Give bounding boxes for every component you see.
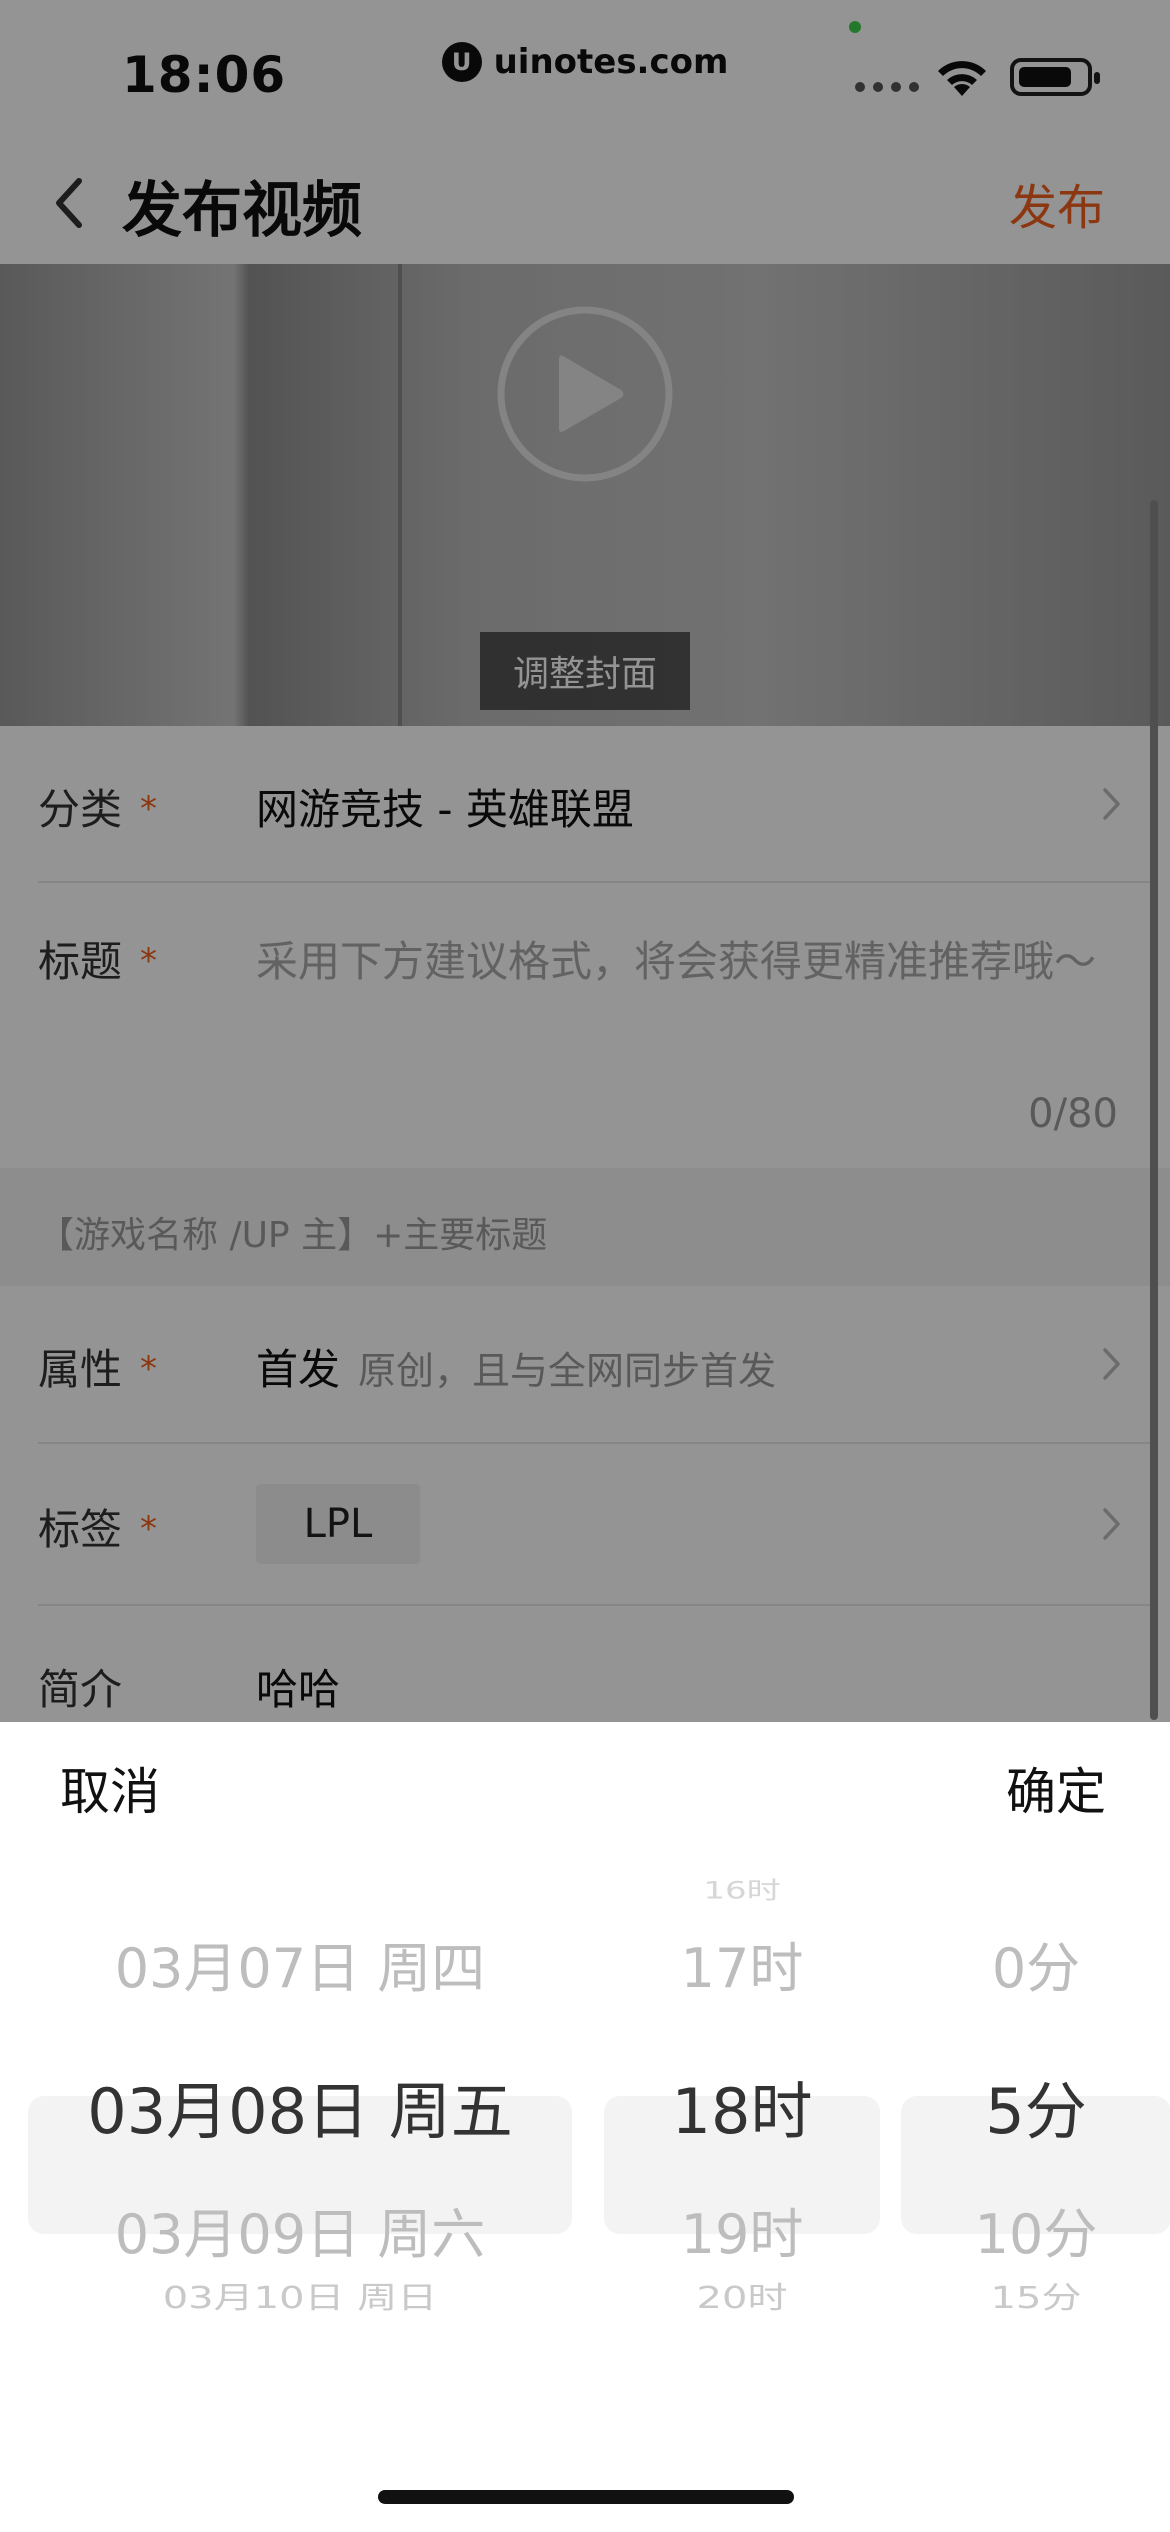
minute-option[interactable]: 0分 [901,1924,1170,2003]
minute-option[interactable]: 10分 [901,2190,1170,2269]
confirm-button[interactable]: 确定 [1006,1752,1106,1824]
date-option[interactable]: 03月09日 周六 [28,2190,572,2269]
cancel-button[interactable]: 取消 [60,1752,160,1824]
minute-wheel[interactable]: 0分 5分 10分 15分 [901,1872,1170,2315]
minute-selected[interactable]: 5分 [901,2061,1170,2151]
date-option[interactable]: 03月10日 周日 [28,2273,572,2317]
date-selected[interactable]: 03月08日 周五 [28,2061,572,2151]
datetime-picker-sheet: 取消 确定 03月07日 周四 03月08日 周五 03月09日 周六 03月1… [0,1722,1170,2532]
hour-selected[interactable]: 18时 [604,2061,880,2151]
home-indicator[interactable] [378,2490,794,2504]
hour-option[interactable]: 17时 [604,1924,880,2003]
hour-option[interactable]: 16时 [604,1871,880,1905]
modal-backdrop[interactable] [0,0,1170,1722]
minute-option[interactable]: 15分 [901,2273,1170,2317]
date-wheel[interactable]: 03月07日 周四 03月08日 周五 03月09日 周六 03月10日 周日 [28,1872,572,2315]
hour-wheel[interactable]: 16时 17时 18时 19时 20时 [604,1871,880,2315]
hour-option[interactable]: 19时 [604,2190,880,2269]
hour-option[interactable]: 20时 [604,2273,880,2317]
date-option[interactable]: 03月07日 周四 [28,1924,572,2003]
